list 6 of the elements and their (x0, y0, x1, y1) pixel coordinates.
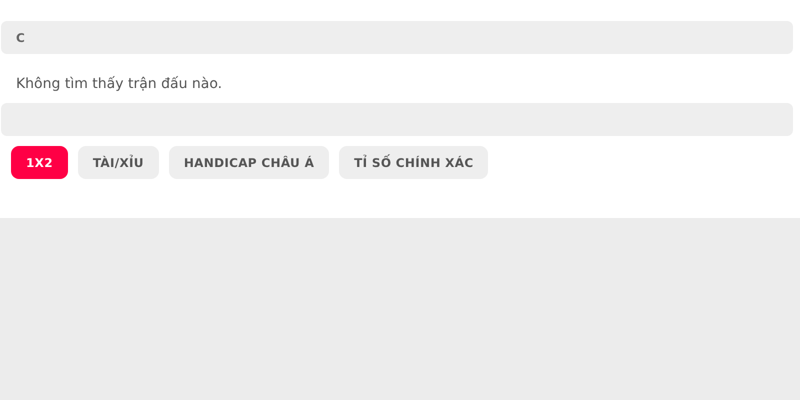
market-tab[interactable]: HANDICAP CHÂU Á (168, 146, 330, 179)
market-tab[interactable]: TỈ SỐ CHÍNH XÁC (339, 146, 488, 179)
header-label: C (16, 30, 25, 44)
market-tab[interactable]: 1X2 (11, 146, 68, 179)
market-tab[interactable]: TÀI/XỈU (78, 146, 159, 179)
empty-message: Không tìm thấy trận đấu nào. (16, 75, 224, 94)
